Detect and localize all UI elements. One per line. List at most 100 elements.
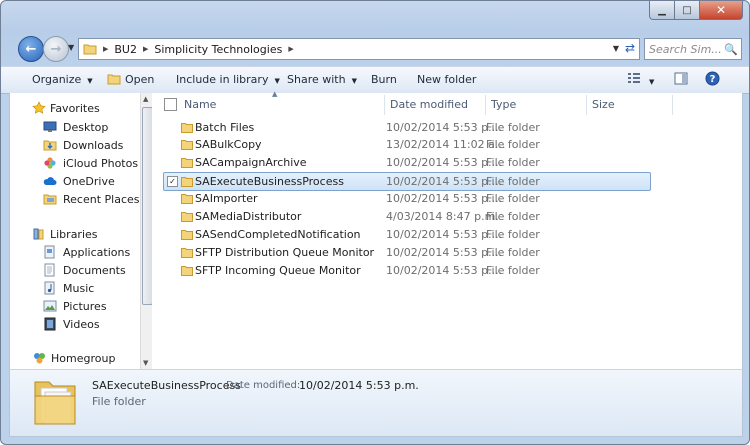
file-row[interactable]: Batch Files 10/02/2014 5:53 p.... File f… [164,119,650,136]
chevron-down-icon: ▼ [649,78,655,86]
svg-text:?: ? [710,74,716,85]
file-row[interactable]: SACampaignArchive 10/02/2014 5:53 p.... … [164,154,650,171]
close-icon: ✕ [715,3,727,17]
organize-button[interactable]: Organize ▼ [32,73,93,86]
address-bar[interactable]: ▶ BU2 ▶ Simplicity Technologies ▶ ▼ ⇄ [78,38,640,60]
column-divider[interactable] [586,95,587,115]
libraries-icon [33,228,44,240]
star-icon [32,101,46,114]
desktop-icon [43,121,57,132]
recent-pages-dropdown[interactable]: ▼ [68,43,74,52]
file-row[interactable]: SFTP Incoming Queue Monitor 10/02/2014 5… [164,262,650,279]
file-type: File folder [486,121,540,134]
folder-icon [181,212,193,222]
navigation-bar: ← → ▼ ▶ BU2 ▶ Simplicity Technologies ▶ … [1,33,749,63]
address-history-dropdown[interactable]: ▼ [613,44,619,53]
breadcrumb-bu2[interactable]: BU2 [114,43,137,56]
refresh-icon[interactable]: ⇄ [625,41,635,55]
navigation-pane: Favorites Desktop Downloads iCloud Photo… [10,93,152,369]
scrollbar-thumb[interactable] [142,107,152,305]
column-header-name[interactable]: Name [184,95,374,113]
music-library-icon [44,281,55,295]
navigation-pane-scrollbar[interactable]: ▲ ▼ [140,93,152,369]
view-options-dropdown[interactable]: ▼ [649,74,654,87]
column-header-date-modified[interactable]: Date modified [390,95,486,113]
folder-icon [181,123,193,133]
file-date: 4/03/2014 8:47 p.m. [386,210,499,223]
file-type: File folder [486,264,540,277]
file-row[interactable]: SFTP Distribution Queue Monitor 10/02/20… [164,244,650,261]
folder-icon [181,158,193,168]
file-name: SAMediaDistributor [195,210,302,223]
folder-icon [181,266,193,276]
chevron-right-icon[interactable]: ▶ [288,45,293,53]
share-with-button[interactable]: Share with ▼ [287,73,357,86]
nav-item-videos[interactable]: Videos [43,315,100,333]
details-pane: SAExecuteBusinessProcess Date modified: … [9,369,743,437]
nav-item-applications[interactable]: Applications [43,243,130,261]
nav-item-homegroup[interactable]: Homegroup [32,349,115,367]
explorer-window: ▁ □ ✕ ← → ▼ ▶ BU2 ▶ Simplicity Technolog… [0,0,750,445]
column-header-type[interactable]: Type [491,95,587,113]
file-row[interactable]: SASendCompletedNotification 10/02/2014 5… [164,226,650,243]
column-divider[interactable] [672,95,673,115]
nav-item-music[interactable]: Music [43,279,94,297]
back-button[interactable]: ← [18,36,44,62]
file-row[interactable]: SABulkCopy 13/02/2014 11:02 a... File fo… [164,136,650,153]
search-icon[interactable]: 🔍 [724,43,738,56]
file-date: 10/02/2014 5:53 p.... [386,264,503,277]
nav-item-pictures[interactable]: Pictures [43,297,107,315]
nav-item-recent-places[interactable]: Recent Places [43,190,140,208]
scroll-up-icon[interactable]: ▲ [143,95,148,103]
nav-item-libraries[interactable]: Libraries [32,225,98,243]
nav-item-downloads[interactable]: Downloads [43,136,123,154]
column-divider[interactable] [485,95,486,115]
window-controls: ▁ □ ✕ [649,1,743,20]
row-checkbox[interactable]: ✓ [167,176,178,187]
onedrive-cloud-icon [43,177,57,185]
help-icon: ? [705,71,720,86]
open-button[interactable]: Open [107,73,154,86]
help-button[interactable]: ? [705,71,720,89]
chevron-right-icon[interactable]: ▶ [103,45,108,53]
nav-item-icloud-photos[interactable]: iCloud Photos [43,154,138,172]
file-type: File folder [486,138,540,151]
search-box[interactable]: Search Sim... 🔍 [644,38,742,60]
new-folder-button[interactable]: New folder [417,73,476,86]
details-view-icon [628,73,640,83]
videos-library-icon [44,317,56,331]
chevron-down-icon: ▼ [87,77,93,85]
preview-pane-button[interactable] [674,72,688,88]
applications-library-icon [44,245,55,259]
close-button[interactable]: ✕ [700,1,743,20]
include-in-library-button[interactable]: Include in library ▼ [176,73,280,86]
file-name: SASendCompletedNotification [195,228,361,241]
change-view-button[interactable] [627,72,641,87]
column-header-size[interactable]: Size [592,95,672,113]
pictures-library-icon [43,300,57,312]
chevron-right-icon[interactable]: ▶ [143,45,148,53]
nav-item-onedrive[interactable]: OneDrive [43,172,115,190]
forward-arrow-icon: → [50,41,62,57]
maximize-button[interactable]: □ [675,1,700,20]
forward-button[interactable]: → [43,36,69,62]
file-date: 10/02/2014 5:53 p.... [386,175,503,188]
burn-button[interactable]: Burn [371,73,397,86]
folder-icon [181,248,193,258]
file-row[interactable]: SAMediaDistributor 4/03/2014 8:47 p.m. F… [164,208,650,225]
nav-item-documents[interactable]: Documents [43,261,126,279]
file-row[interactable]: SAImporter 10/02/2014 5:53 p.... File fo… [164,190,650,207]
breadcrumb-simplicity-technologies[interactable]: Simplicity Technologies [154,43,282,56]
scroll-down-icon[interactable]: ▼ [143,359,148,367]
file-name: Batch Files [195,121,255,134]
column-divider[interactable] [384,95,385,115]
nav-item-favorites[interactable]: Favorites [32,99,100,117]
select-all-checkbox[interactable] [164,98,177,111]
minimize-button[interactable]: ▁ [649,1,675,20]
nav-item-desktop[interactable]: Desktop [43,118,108,136]
minimize-icon: ▁ [658,4,666,16]
file-type: File folder [486,156,540,169]
file-row-selected[interactable]: ✓ SAExecuteBusinessProcess 10/02/2014 5:… [163,172,651,191]
file-type: File folder [486,210,540,223]
file-type: File folder [486,228,540,241]
